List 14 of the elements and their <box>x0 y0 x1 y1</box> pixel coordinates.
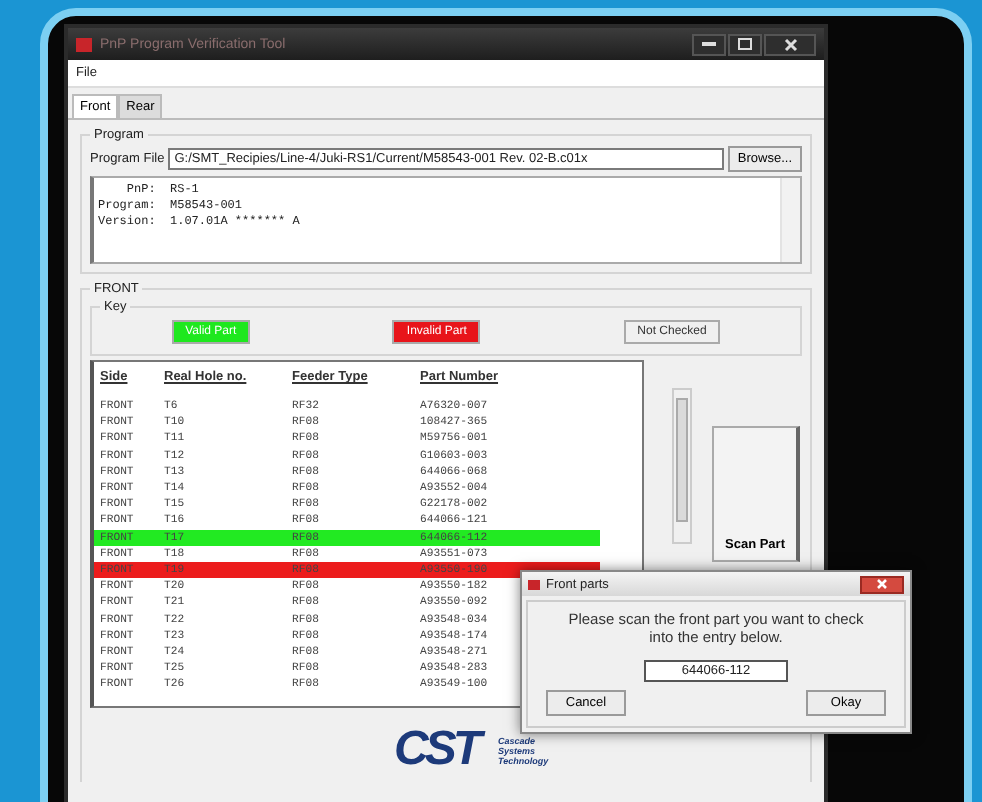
maximize-button[interactable] <box>728 33 762 55</box>
minimize-icon <box>702 41 716 47</box>
minimize-button[interactable] <box>692 33 726 55</box>
app-icon <box>528 579 540 589</box>
app-icon <box>76 37 92 51</box>
close-icon <box>783 37 797 51</box>
close-button[interactable] <box>860 575 904 593</box>
scrollbar[interactable] <box>780 178 800 262</box>
maximize-icon <box>738 38 752 50</box>
close-icon <box>876 578 888 590</box>
logo-mark: CST <box>394 722 478 778</box>
scroll-thumb[interactable] <box>676 398 688 522</box>
scrollbar[interactable] <box>672 388 692 544</box>
close-button[interactable] <box>764 33 816 55</box>
